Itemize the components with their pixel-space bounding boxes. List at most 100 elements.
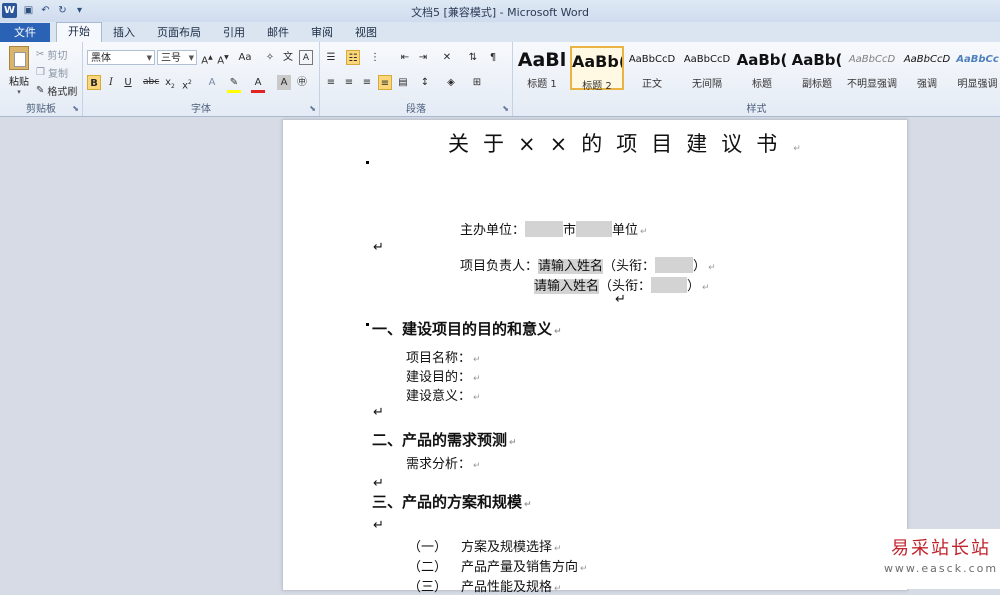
style-name: 无间隔 — [692, 79, 722, 90]
copy-button[interactable]: ❐ 复制 — [36, 65, 68, 80]
enclose-characters-icon[interactable]: ㊥ — [295, 75, 309, 90]
paste-dropdown-icon[interactable]: ▾ — [6, 88, 32, 96]
phonetic-guide-icon[interactable]: 文 — [281, 50, 295, 65]
align-right-icon[interactable]: ≡ — [360, 75, 374, 90]
paragraph-bullet — [366, 161, 369, 164]
style-emphasis[interactable]: AaBbCcD 强调 — [900, 46, 954, 90]
show-marks-icon[interactable]: ¶ — [486, 50, 500, 65]
underline-button[interactable]: U — [121, 75, 135, 90]
strikethrough-button[interactable]: abc — [143, 75, 159, 90]
leader-title-close: ） — [687, 279, 701, 294]
grow-font-icon[interactable]: A▲ — [200, 50, 214, 66]
paragraph-mark: ↵ — [473, 461, 481, 471]
style-sample: AaBb( — [791, 51, 843, 69]
paragraph-mark: ↵ — [473, 355, 481, 365]
style-name: 明显强调 — [957, 79, 998, 90]
font-launcher-icon[interactable]: ⬊ — [309, 104, 316, 113]
font-name-select[interactable]: 黑体 ▼ — [87, 50, 155, 65]
subitem-number: （一） — [408, 540, 448, 555]
superscript-button[interactable]: x2 — [180, 75, 194, 91]
character-border-icon[interactable]: A — [299, 50, 313, 65]
style-heading-1[interactable]: AaBl 标题 1 — [515, 46, 569, 90]
tab-insert[interactable]: 插入 — [102, 23, 146, 42]
borders-icon[interactable]: ⊞ — [470, 75, 484, 90]
highlight-icon[interactable]: ✎ — [227, 75, 241, 93]
paragraph-mark: ↵ — [793, 144, 815, 154]
style-subtitle[interactable]: AaBb( 副标题 — [790, 46, 844, 90]
style-normal[interactable]: AaBbCcD 正文 — [625, 46, 679, 90]
style-intense-emphasis[interactable]: AaBbCc 明显强调 — [955, 46, 1000, 90]
character-shading-icon[interactable]: A — [277, 75, 291, 90]
demand-analysis-label: 需求分析： — [406, 457, 472, 472]
paste-label: 粘贴 — [9, 77, 29, 88]
format-painter-button[interactable]: ✎ 格式刷 — [36, 83, 77, 98]
decrease-indent-icon[interactable]: ⇤ — [398, 50, 412, 65]
italic-button[interactable]: I — [104, 75, 118, 90]
chinese-layout-icon[interactable]: ✕ — [440, 50, 454, 65]
tab-file[interactable]: 文件 — [0, 23, 50, 42]
justify-icon[interactable]: ≡ — [378, 75, 392, 90]
shrink-font-icon[interactable]: A▼ — [216, 50, 230, 66]
sponsor-line: 主办单位： 市 单位 ↵ — [460, 219, 648, 238]
project-significance-label: 建设意义： — [406, 389, 472, 404]
paragraph-mark: ↵ — [640, 227, 648, 237]
clear-formatting-icon[interactable]: ✧ — [263, 50, 277, 65]
paragraph-mark: ↵ — [373, 240, 384, 255]
font-group-label: 字体 — [191, 104, 211, 115]
increase-indent-icon[interactable]: ⇥ — [416, 50, 430, 65]
numbering-icon[interactable]: ☷ — [346, 50, 360, 65]
line-spacing-icon[interactable]: ↕ — [418, 75, 432, 90]
project-name-label: 项目名称： — [406, 351, 472, 366]
align-left-icon[interactable]: ≡ — [324, 75, 338, 90]
leader-title-field-2[interactable] — [651, 277, 688, 293]
section-heading-1: 一、建设项目的目的和意义 ↵ — [372, 318, 562, 339]
document-title: 关于××的项目建议书 ↵ — [448, 128, 815, 158]
style-subtle-emphasis[interactable]: AaBbCcD 不明显强调 — [845, 46, 899, 90]
style-name: 标题 1 — [527, 79, 557, 90]
paragraph-group-label: 段落 — [406, 104, 426, 115]
watermark-main-text: 易采站长站 — [891, 538, 991, 559]
style-name: 不明显强调 — [847, 79, 897, 90]
leader-title-field[interactable] — [655, 257, 694, 273]
align-center-icon[interactable]: ≡ — [342, 75, 356, 90]
tab-mailings[interactable]: 邮件 — [256, 23, 300, 42]
tab-references[interactable]: 引用 — [212, 23, 256, 42]
distributed-icon[interactable]: ▤ — [396, 75, 410, 90]
text-effects-icon[interactable]: A — [205, 75, 219, 90]
paragraph-launcher-icon[interactable]: ⬊ — [502, 104, 509, 113]
leader-name-field-2[interactable]: 请输入姓名 — [534, 279, 600, 294]
leader-name-field[interactable]: 请输入姓名 — [538, 259, 604, 274]
paragraph-mark: ↵ — [509, 438, 517, 448]
multilevel-list-icon[interactable]: ⋮ — [368, 50, 382, 65]
tab-home[interactable]: 开始 — [56, 22, 102, 42]
cut-button[interactable]: ✂ 剪切 — [36, 47, 67, 62]
clipboard-group-label: 剪贴板 — [26, 104, 56, 115]
style-name: 标题 2 — [582, 81, 612, 92]
tab-review[interactable]: 审阅 — [300, 23, 344, 42]
subscript-button[interactable]: x2 — [163, 75, 177, 90]
leader-title-open: （头衔： — [603, 259, 656, 274]
style-sample: AaBb( — [736, 51, 788, 69]
ribbon: 粘贴 ▾ ✂ 剪切 ❐ 复制 ✎ 格式刷 剪贴板 ⬊ 黑体 ▼ 三号 ▼ A▲ A▼ Aa… — [0, 42, 1000, 117]
sponsor-unit-field[interactable] — [576, 221, 613, 237]
bullets-icon[interactable]: ☰ — [324, 50, 338, 65]
document-page[interactable]: 关于××的项目建议书 ↵ 主办单位：市单位 ↵ ↵ 项目负责人：请输入姓名（头衔：）… — [282, 119, 908, 595]
styles-group-label: 样式 — [746, 104, 767, 115]
style-no-spacing[interactable]: AaBbCcD 无间隔 — [680, 46, 734, 90]
style-heading-2[interactable]: AaBb( 标题 2 — [570, 46, 624, 92]
shading-icon[interactable]: ◈ — [444, 75, 458, 90]
clipboard-launcher-icon[interactable]: ⬊ — [72, 104, 79, 113]
sort-icon[interactable]: ⇅ — [466, 50, 480, 65]
font-color-icon[interactable]: A — [251, 75, 265, 93]
font-size-select[interactable]: 三号 ▼ — [157, 50, 197, 65]
style-title[interactable]: AaBb( 标题 — [735, 46, 789, 90]
change-case-icon[interactable]: Aa — [238, 50, 252, 65]
site-watermark: 易采站长站 www.easck.com — [882, 529, 1000, 589]
paragraph-mark: ↵ — [580, 564, 588, 574]
bold-button[interactable]: B — [87, 75, 101, 90]
tab-view[interactable]: 视图 — [344, 23, 388, 42]
tab-page-layout[interactable]: 页面布局 — [146, 23, 212, 42]
paste-button[interactable]: 粘贴 ▾ — [6, 46, 32, 96]
sponsor-city-field[interactable] — [525, 221, 564, 237]
section-heading-3: 三、产品的方案和规模 ↵ — [372, 491, 532, 512]
